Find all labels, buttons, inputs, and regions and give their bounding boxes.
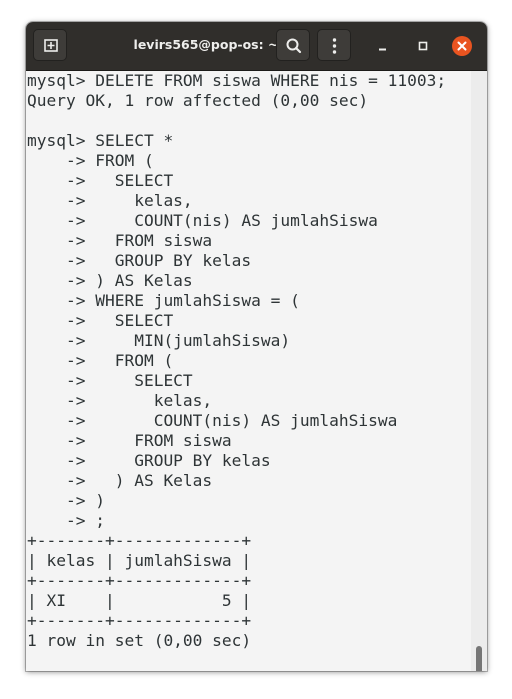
maximize-button[interactable] — [413, 36, 433, 56]
terminal-line: -> GROUP BY kelas — [27, 251, 252, 270]
terminal-line: | XI | 5 | — [27, 591, 252, 610]
terminal-line: -> SELECT — [27, 171, 174, 190]
terminal-line: +-------+-------------+ — [27, 611, 252, 630]
terminal-line: -> FROM siswa — [27, 231, 213, 250]
new-tab-icon — [44, 39, 58, 52]
terminal-line: mysql> DELETE FROM siswa WHERE nis = 110… — [27, 71, 447, 90]
terminal-line: -> SELECT — [27, 371, 193, 390]
scrollbar-thumb[interactable] — [476, 646, 482, 671]
terminal-line: -> FROM siswa — [27, 431, 232, 450]
terminal-line: -> GROUP BY kelas — [27, 451, 271, 470]
terminal-line: -> ) AS Kelas — [27, 471, 213, 490]
scrollbar[interactable] — [471, 71, 487, 671]
minimize-icon — [379, 48, 386, 51]
terminal-line: -> kelas, — [27, 391, 213, 410]
terminal-line: -> WHERE jumlahSiswa = ( — [27, 291, 300, 310]
terminal-line: -> COUNT(nis) AS jumlahSiswa — [27, 211, 378, 230]
terminal-line: -> ) AS Kelas — [27, 271, 193, 290]
new-tab-button[interactable] — [33, 29, 67, 61]
close-icon — [457, 41, 467, 51]
terminal-line: -> SELECT — [27, 311, 174, 330]
menu-button[interactable] — [317, 29, 351, 61]
terminal-line: -> kelas, — [27, 191, 193, 210]
terminal-line: -> ; — [27, 511, 105, 530]
terminal-line: +-------+-------------+ — [27, 531, 252, 550]
terminal-output[interactable]: mysql> DELETE FROM siswa WHERE nis = 110… — [26, 71, 471, 671]
header-bar: levirs565@pop-os: ~ — [26, 22, 487, 71]
search-icon — [286, 38, 302, 54]
window-title: levirs565@pop-os: ~ — [133, 37, 279, 52]
maximize-icon — [418, 41, 428, 51]
kebab-menu-icon — [332, 38, 337, 54]
terminal-line: -> FROM ( — [27, 351, 174, 370]
terminal-line: -> MIN(jumlahSiswa) — [27, 331, 291, 350]
terminal-window: levirs565@pop-os: ~ mysql> DELETE FROM s… — [26, 22, 487, 671]
terminal-line: -> FROM ( — [27, 151, 154, 170]
terminal-line: Query OK, 1 row affected (0,00 sec) — [27, 91, 369, 110]
close-button[interactable] — [452, 36, 472, 56]
terminal-line: | kelas | jumlahSiswa | — [27, 551, 252, 570]
terminal-line: -> COUNT(nis) AS jumlahSiswa — [27, 411, 398, 430]
terminal-line: 1 row in set (0,00 sec) — [27, 631, 252, 650]
search-button[interactable] — [276, 29, 310, 61]
terminal-line: mysql> SELECT * — [27, 131, 174, 150]
terminal-line: -> ) — [27, 491, 105, 510]
terminal-line: +-------+-------------+ — [27, 571, 252, 590]
minimize-button[interactable] — [373, 36, 393, 56]
